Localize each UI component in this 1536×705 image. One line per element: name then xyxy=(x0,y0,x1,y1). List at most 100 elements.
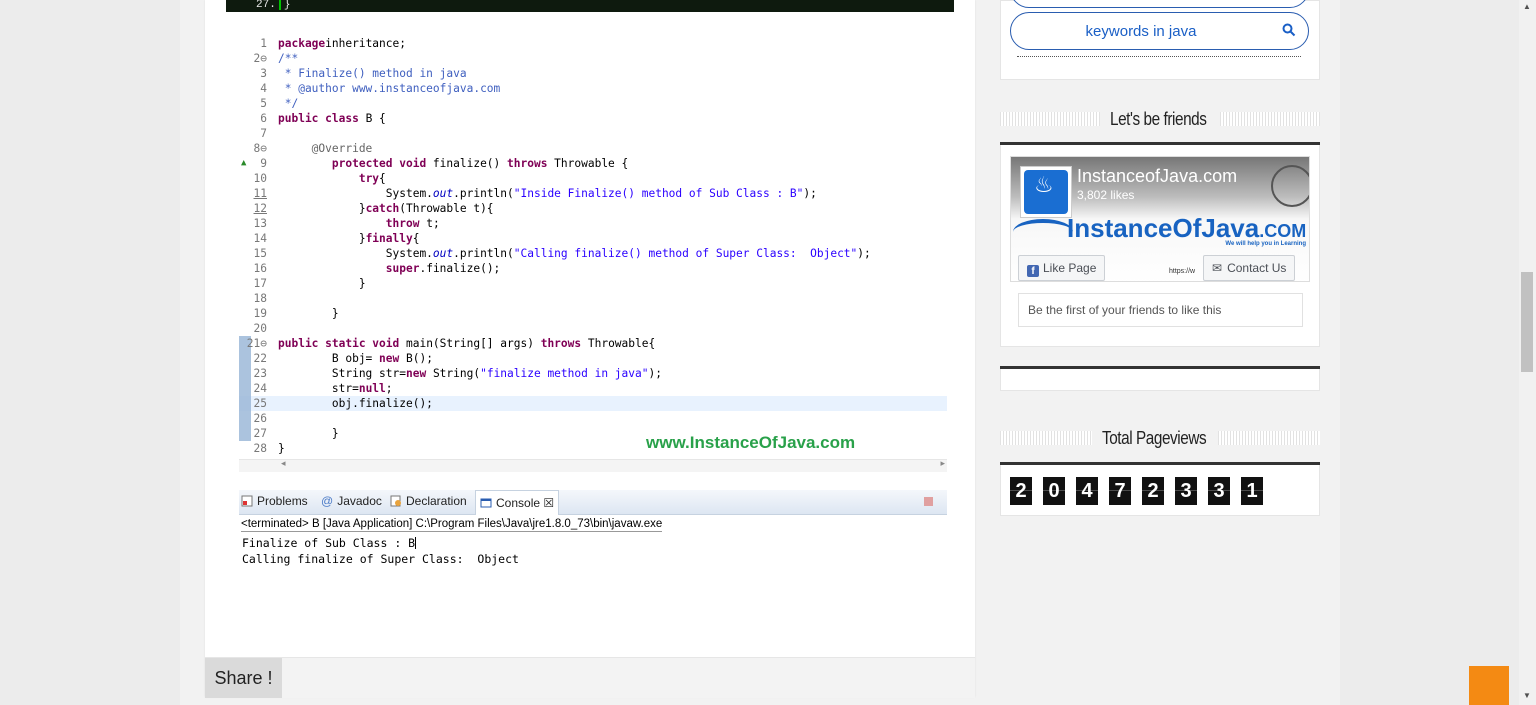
code-line: 3 * Finalize() method in java xyxy=(239,66,947,81)
horizontal-scrollbar: ◂ ▸ xyxy=(239,458,947,472)
code-line: 19 } xyxy=(239,306,947,321)
line-number: 27 xyxy=(253,427,267,440)
code-line: 1 packageinheritance; xyxy=(239,36,947,51)
tab-problems: Problems xyxy=(241,494,308,508)
fb-friends-text: Be the first of your friends to like thi… xyxy=(1018,293,1303,327)
code-line: 16 super.finalize(); xyxy=(239,261,947,276)
line-number: 3 xyxy=(260,67,267,80)
counter-digit: 3 xyxy=(1175,477,1197,505)
counter-digit: 3 xyxy=(1208,477,1230,505)
line-number: 14 xyxy=(253,232,267,245)
code-line: ▲ 9 protected void finalize() throws Thro… xyxy=(241,157,629,170)
line-number: 12 xyxy=(253,202,267,215)
fb-brand-text: InstanceOfJava.COM xyxy=(1067,213,1307,243)
line-number: 7 xyxy=(260,127,267,140)
code-line: 8⊖ @Override xyxy=(239,141,947,156)
divider xyxy=(1017,56,1301,57)
line-number: 19 xyxy=(253,307,267,320)
line-number: 1 xyxy=(260,37,267,50)
code-line: 17 } xyxy=(239,276,947,291)
console-panel: Problems @ Javadoc Declaration Console ☒ … xyxy=(239,482,947,582)
line-number: 10 xyxy=(253,172,267,185)
search-icon xyxy=(1282,23,1296,37)
line-number: 8⊖ xyxy=(253,142,267,155)
code-line: 25 obj.finalize(); xyxy=(239,396,947,411)
scroll-down-icon[interactable]: ▼ xyxy=(1523,691,1531,700)
tab-declaration: Declaration xyxy=(390,494,467,508)
console-tabbar: Problems @ Javadoc Declaration Console ☒ xyxy=(239,490,947,515)
facebook-page-card: ♨ InstanceofJava.com 3,802 likes Instanc… xyxy=(1010,156,1310,282)
console-output: Finalize of Sub Class : B Calling finali… xyxy=(242,536,519,566)
code-line: 7 xyxy=(239,126,947,141)
friends-widget-title: Let's be friends xyxy=(1000,109,1320,131)
fb-likes-count: 3,802 likes xyxy=(1077,188,1135,202)
line-number: 13 xyxy=(253,217,267,230)
fb-page-logo[interactable]: ♨ xyxy=(1020,166,1072,218)
console-icon xyxy=(480,498,492,508)
search-label: keywords in java xyxy=(1085,23,1197,40)
console-status: <terminated> B [Java Application] C:\Pro… xyxy=(241,518,663,532)
contact-us-button[interactable]: ✉ Contact Us xyxy=(1203,255,1296,281)
counter-digit: 2 xyxy=(1142,477,1164,505)
code-line: 4 * @author www.instanceofjava.com xyxy=(239,81,947,96)
counter-digit: 4 xyxy=(1076,477,1098,505)
envelope-icon: ✉ xyxy=(1212,261,1223,275)
scrollbar-thumb[interactable] xyxy=(1521,272,1533,372)
at-icon: @ xyxy=(321,494,334,508)
minimize-icon xyxy=(924,497,933,506)
line-number: 25 xyxy=(253,397,267,410)
code-line: 21⊖ public static void main(String[] args… xyxy=(239,336,947,351)
code-line: 20 xyxy=(239,321,947,336)
facebook-icon: f xyxy=(1027,265,1039,277)
previous-code-block: 27.} xyxy=(226,0,954,12)
counter-digit: 7 xyxy=(1109,477,1131,505)
code-line: 2⊖/** xyxy=(239,51,947,66)
line-number: 6 xyxy=(260,112,267,125)
line-number: 5 xyxy=(260,97,267,110)
code-line: 26 xyxy=(239,411,947,426)
line-number: 21⊖ xyxy=(246,337,267,350)
code-line: 24 str=null; xyxy=(239,381,947,396)
code-line: 23 String str=new String("finalize metho… xyxy=(239,366,947,381)
line-number: 2⊖ xyxy=(253,52,267,65)
counter-digit: 2 xyxy=(1010,477,1032,505)
declaration-icon xyxy=(390,495,401,507)
code-line: 12 }catch(Throwable t){ xyxy=(239,201,947,216)
search-pill-previous[interactable] xyxy=(1010,0,1309,8)
line-number: 28 xyxy=(253,442,267,455)
like-page-button[interactable]: f Like Page xyxy=(1018,255,1106,281)
line-number: 23 xyxy=(253,367,267,380)
line-number: 18 xyxy=(253,292,267,305)
code-line: 15 System.out.println("Calling finalize(… xyxy=(239,246,947,261)
fb-tagline: We will help you in Learning xyxy=(1225,241,1306,247)
code-line: 11 System.out.println("Inside Finalize()… xyxy=(239,186,947,201)
line-number: 26 xyxy=(253,412,267,425)
line-number: 24 xyxy=(253,382,267,395)
line-number: 16 xyxy=(253,262,267,275)
code-line: 14 }finally{ xyxy=(239,231,947,246)
back-to-top-button[interactable] xyxy=(1469,666,1509,705)
line-number: 22 xyxy=(253,352,267,365)
code-editor-image: 1 packageinheritance; 2⊖/** 3 * Finalize() … xyxy=(239,34,947,474)
counter-digit: 0 xyxy=(1043,477,1065,505)
share-bar: Share ! xyxy=(205,657,975,698)
line-number: 11 xyxy=(253,187,267,200)
line-number: 9 xyxy=(260,157,267,170)
brand-swoosh xyxy=(1013,219,1073,245)
code-line: 6 public class B { xyxy=(239,111,947,126)
problems-icon xyxy=(241,495,253,507)
line-number: 15 xyxy=(253,247,267,260)
stamp-logo xyxy=(1271,165,1309,207)
code-line: 13 throw t; xyxy=(239,216,947,231)
pageviews-widget-title: Total Pageviews xyxy=(1000,428,1320,450)
counter-digit: 1 xyxy=(1241,477,1263,505)
page-scrollbar[interactable]: ▲ ▼ xyxy=(1519,0,1536,705)
code-line: 22 B obj= new B(); xyxy=(239,351,947,366)
share-button[interactable]: Share ! xyxy=(205,658,282,698)
scroll-up-icon[interactable]: ▲ xyxy=(1523,2,1531,11)
tab-console: Console ☒ xyxy=(475,490,560,515)
tab-javadoc: @ Javadoc xyxy=(321,494,382,508)
fb-url-right: https://w xyxy=(1169,268,1196,275)
search-keywords-pill[interactable]: keywords in java xyxy=(1010,12,1309,50)
fb-page-name[interactable]: InstanceofJava.com xyxy=(1077,166,1237,187)
